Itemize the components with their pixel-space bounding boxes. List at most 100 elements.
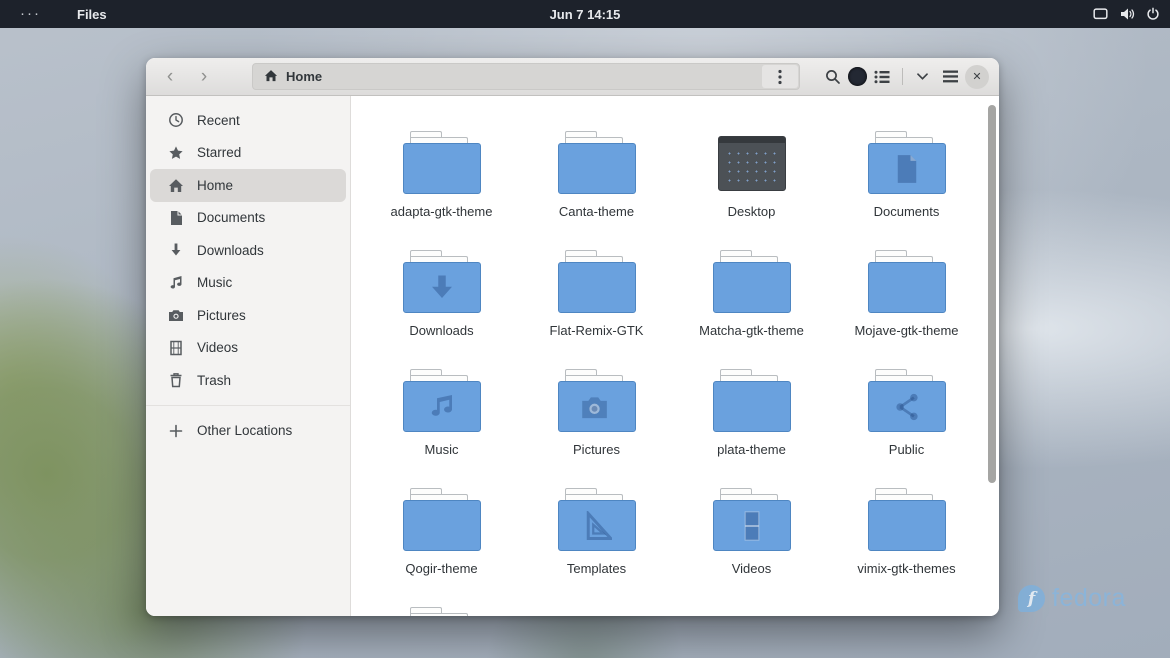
sidebar-item-trash[interactable]: Trash <box>150 364 346 397</box>
file-name-label: adapta-gtk-theme <box>390 204 493 219</box>
sidebar-item-pictures[interactable]: Pictures <box>150 299 346 332</box>
file-name-label: Canta-theme <box>558 204 635 219</box>
location-label: Home <box>286 69 323 84</box>
starred-icon <box>168 145 184 161</box>
location-menu-button[interactable] <box>762 65 798 88</box>
sidebar-item-label: Trash <box>197 372 232 388</box>
folder-icon <box>867 488 947 552</box>
downloads-icon <box>168 242 184 258</box>
search-button[interactable] <box>820 64 846 90</box>
file-name-label: Templates <box>566 561 627 576</box>
sidebar-item-label: Recent <box>197 112 240 128</box>
recent-icon <box>168 112 184 128</box>
file-name-label: Downloads <box>409 323 474 338</box>
sidebar-other-locations-slot: Other Locations <box>146 415 350 448</box>
sidebar-item-label: Other Locations <box>197 423 293 439</box>
path-bar[interactable]: Home <box>252 63 800 90</box>
file-item-Music[interactable]: Music <box>364 362 519 481</box>
volume-icon[interactable] <box>1119 7 1135 21</box>
power-icon[interactable] <box>1146 7 1160 21</box>
sidebar-item-other-locations[interactable]: Other Locations <box>150 415 346 448</box>
file-name-label: Pictures <box>573 442 620 457</box>
sidebar-item-home[interactable]: Home <box>150 169 346 202</box>
forward-button[interactable]: › <box>190 64 218 90</box>
header-bar: ‹ › Home ✕ <box>146 58 999 96</box>
sidebar-item-label: Starred <box>197 145 242 161</box>
file-name-label: Music <box>424 442 459 457</box>
file-item-Public[interactable]: Public <box>829 362 984 481</box>
file-item-Templates[interactable]: Templates <box>519 481 674 600</box>
file-item-Qogir-theme[interactable]: Qogir-theme <box>364 481 519 600</box>
file-name-label: plata-theme <box>717 442 786 457</box>
file-item-Mojave-gtk-theme[interactable]: Mojave-gtk-theme <box>829 243 984 362</box>
file-name-label: Qogir-theme <box>405 561 478 576</box>
current-location[interactable]: Home <box>264 69 322 85</box>
fedora-wordmark: fedora <box>1052 584 1126 612</box>
file-item-Flat-Remix-GTK[interactable]: Flat-Remix-GTK <box>519 243 674 362</box>
sidebar-item-label: Pictures <box>197 307 246 323</box>
fedora-watermark: f fedora <box>1018 584 1126 613</box>
sidebar-item-videos[interactable]: Videos <box>150 332 346 365</box>
display-icon[interactable] <box>1093 7 1108 21</box>
folder-icon <box>402 607 482 616</box>
folder-icon <box>402 488 482 552</box>
sidebar-item-music[interactable]: Music <box>150 267 346 300</box>
sidebar-item-recent[interactable]: Recent <box>150 104 346 137</box>
sidebar-item-label: Documents <box>197 210 266 226</box>
clock[interactable]: Jun 7 14:15 <box>0 7 1170 22</box>
sidebar-item-documents[interactable]: Documents <box>150 202 346 235</box>
sidebar-item-starred[interactable]: Starred <box>150 137 346 170</box>
home-icon <box>264 69 278 85</box>
file-grid: adapta-gtk-theme Canta-theme Desktop Docume… <box>364 124 984 616</box>
scrollbar-thumb[interactable] <box>988 105 996 483</box>
folder-music-icon <box>402 369 482 433</box>
file-name-label: Matcha-gtk-theme <box>699 323 804 338</box>
file-item-Downloads[interactable]: Downloads <box>364 243 519 362</box>
app-menu-files[interactable]: Files <box>69 3 115 26</box>
folder-share-icon <box>867 369 947 433</box>
trash-icon <box>168 372 184 388</box>
file-name-label: Desktop <box>727 204 776 219</box>
file-item-Canta-theme[interactable]: Canta-theme <box>519 124 674 243</box>
sidebar-item-label: Music <box>197 275 233 291</box>
file-item-Videos[interactable]: Videos <box>674 481 829 600</box>
file-name-label: Mojave-gtk-theme <box>854 323 959 338</box>
recording-indicator-icon[interactable] <box>847 67 867 86</box>
sidebar-item-label: Downloads <box>197 242 264 258</box>
folder-icon <box>557 250 637 314</box>
folder-icon <box>712 369 792 433</box>
folder-download-icon <box>402 250 482 314</box>
view-options-chevron-icon[interactable] <box>910 64 936 90</box>
folder-icon <box>867 250 947 314</box>
file-name-label: Documents <box>873 204 940 219</box>
sidebar-separator <box>146 404 350 406</box>
pictures-icon <box>168 307 184 323</box>
activities-indicator-icon[interactable]: ··· <box>14 5 47 23</box>
file-item-Desktop[interactable]: Desktop <box>674 124 829 243</box>
hamburger-menu-button[interactable] <box>937 64 963 90</box>
plus-icon <box>168 423 184 439</box>
file-item-Pictures[interactable]: Pictures <box>519 362 674 481</box>
folder-icon <box>402 131 482 195</box>
folder-icon <box>557 131 637 195</box>
file-item-Matcha-gtk-theme[interactable]: Matcha-gtk-theme <box>674 243 829 362</box>
files-window: ‹ › Home ✕ Recent Starred Home Documents… <box>146 58 999 616</box>
file-name-label: Videos <box>731 561 772 576</box>
file-item-vimix-gtk-themes[interactable]: vimix-gtk-themes <box>829 481 984 600</box>
file-item-plata-theme[interactable]: plata-theme <box>674 362 829 481</box>
back-button[interactable]: ‹ <box>156 64 184 90</box>
file-item-partial[interactable] <box>364 600 519 616</box>
folder-templates-icon <box>557 488 637 552</box>
music-icon <box>168 275 184 291</box>
file-item-adapta-gtk-theme[interactable]: adapta-gtk-theme <box>364 124 519 243</box>
sidebar-item-label: Videos <box>197 340 239 356</box>
sidebar-item-downloads[interactable]: Downloads <box>150 234 346 267</box>
folder-icon <box>712 250 792 314</box>
system-tray <box>1093 0 1160 28</box>
close-button[interactable]: ✕ <box>965 64 989 89</box>
list-view-button[interactable] <box>869 64 895 90</box>
videos-icon <box>168 340 184 356</box>
file-item-Documents[interactable]: Documents <box>829 124 984 243</box>
divider <box>901 68 903 85</box>
top-bar: ··· Files Jun 7 14:15 <box>0 0 1170 28</box>
